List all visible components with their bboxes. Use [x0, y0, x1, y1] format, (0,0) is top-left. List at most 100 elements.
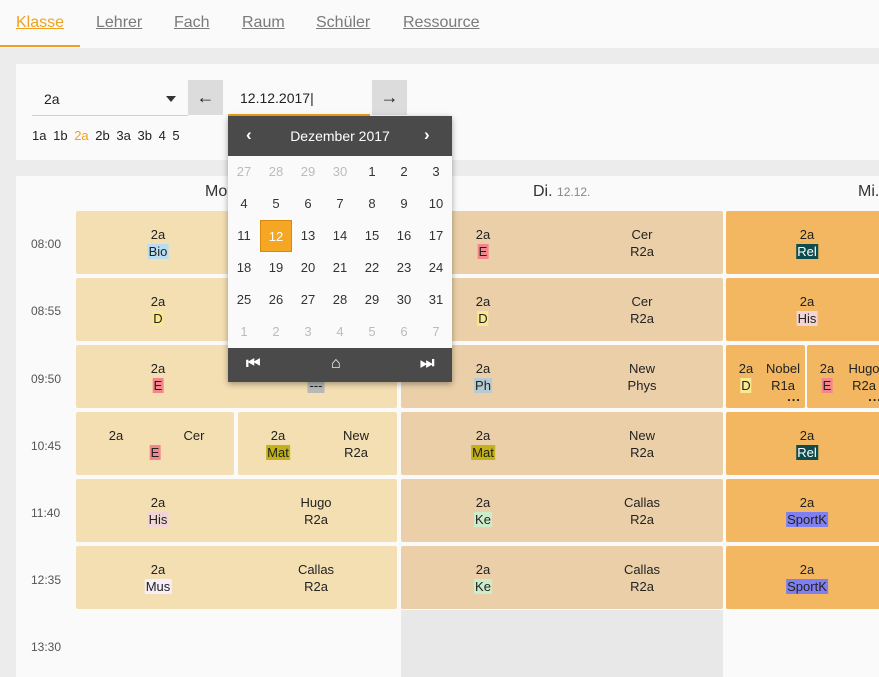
lesson-subject: SportK: [786, 512, 828, 527]
quick-class-1b[interactable]: 1b: [53, 128, 67, 143]
time-label: 08:00: [31, 237, 62, 251]
lesson-card[interactable]: 2a SportK: [726, 546, 879, 609]
date-picker-month[interactable]: Dezember 2017: [228, 128, 452, 144]
calendar-day[interactable]: 18: [228, 252, 260, 284]
lesson-class: 2a: [475, 227, 491, 242]
calendar-day[interactable]: 16: [388, 220, 420, 252]
tab-fach[interactable]: Fach: [174, 14, 210, 32]
lesson-teacher: New: [342, 428, 370, 443]
calendar-day[interactable]: 6: [292, 188, 324, 220]
quick-class-2b[interactable]: 2b: [95, 128, 109, 143]
quick-class-5[interactable]: 5: [172, 128, 179, 143]
next-date-button[interactable]: →: [372, 80, 407, 115]
lesson-card[interactable]: 2a Ke Callas R2a: [401, 479, 723, 542]
lesson-room: Phys: [627, 378, 657, 393]
lesson-teacher: Cer: [631, 294, 653, 309]
calendar-day[interactable]: 21: [324, 252, 356, 284]
calendar-day[interactable]: 5: [356, 316, 388, 348]
day-header-tuesday-date: 12.12.: [557, 185, 591, 199]
tab-klasse[interactable]: Klasse: [16, 14, 64, 32]
date-input[interactable]: 12.12.2017|: [228, 80, 370, 116]
calendar-day[interactable]: 7: [420, 316, 452, 348]
lesson-card[interactable]: 2a D Nobel R1a ...: [726, 345, 805, 408]
lesson-class: 2a: [475, 428, 491, 443]
calendar-day[interactable]: 25: [228, 284, 260, 316]
lesson-card[interactable]: 2a Rel: [726, 211, 879, 274]
calendar-day[interactable]: 11: [228, 220, 260, 252]
calendar-day[interactable]: 23: [388, 252, 420, 284]
calendar-day[interactable]: 2: [260, 316, 292, 348]
lesson-card[interactable]: 2a Rel: [726, 412, 879, 475]
lesson-card[interactable]: 2a His Hugo R2a: [76, 479, 397, 542]
calendar-day[interactable]: 26: [260, 284, 292, 316]
calendar-day[interactable]: 24: [420, 252, 452, 284]
calendar-day[interactable]: 4: [228, 188, 260, 220]
calendar-day[interactable]: 28: [260, 156, 292, 188]
calendar-day[interactable]: 22: [356, 252, 388, 284]
calendar-day[interactable]: 15: [356, 220, 388, 252]
calendar-day[interactable]: 31: [420, 284, 452, 316]
lesson-teacher: Cer: [183, 428, 205, 443]
lesson-card[interactable]: 2a Ke Callas R2a: [401, 546, 723, 609]
quick-class-4[interactable]: 4: [159, 128, 166, 143]
lesson-card[interactable]: 2a SportK: [726, 479, 879, 542]
prev-date-button[interactable]: ←: [188, 80, 223, 115]
lesson-class: 2a: [475, 294, 491, 309]
calendar-day[interactable]: 17: [420, 220, 452, 252]
calendar-day[interactable]: 4: [324, 316, 356, 348]
quick-class-3b[interactable]: 3b: [137, 128, 151, 143]
calendar-day[interactable]: 6: [388, 316, 420, 348]
date-picker-header: ‹ Dezember 2017 ›: [228, 116, 452, 156]
calendar-day[interactable]: 7: [324, 188, 356, 220]
time-label: 13:30: [31, 640, 62, 654]
calendar-day[interactable]: 3: [292, 316, 324, 348]
calendar-day[interactable]: 20: [292, 252, 324, 284]
lesson-card[interactable]: 2a Mus Callas R2a: [76, 546, 397, 609]
time-label: 08:55: [31, 304, 62, 318]
lesson-card[interactable]: 2a His: [726, 278, 879, 341]
chevron-right-icon[interactable]: ›: [424, 125, 430, 145]
tab-schueler[interactable]: Schüler: [316, 14, 370, 32]
calendar-day[interactable]: 1: [356, 156, 388, 188]
calendar-day[interactable]: 10: [420, 188, 452, 220]
calendar-day[interactable]: 19: [260, 252, 292, 284]
quick-class-3a[interactable]: 3a: [116, 128, 130, 143]
calendar-day[interactable]: 29: [292, 156, 324, 188]
calendar-day[interactable]: 30: [324, 156, 356, 188]
tab-lehrer[interactable]: Lehrer: [96, 14, 142, 32]
calendar-day[interactable]: 29: [356, 284, 388, 316]
home-icon[interactable]: ⌂: [331, 355, 341, 373]
calendar-day[interactable]: 27: [228, 156, 260, 188]
lesson-room: R2a: [630, 244, 654, 259]
lesson-card[interactable]: 2a Mat New R2a: [401, 412, 723, 475]
calendar-day[interactable]: 5: [260, 188, 292, 220]
lesson-card[interactable]: 2a E Cer: [76, 412, 234, 475]
calendar-day[interactable]: 28: [324, 284, 356, 316]
tab-raum[interactable]: Raum: [242, 14, 285, 32]
lesson-class: 2a: [799, 294, 815, 309]
calendar-day[interactable]: 12: [260, 220, 292, 252]
day-header-tuesday: Di. 12.12.: [533, 183, 590, 201]
calendar-day[interactable]: 3: [420, 156, 452, 188]
lesson-teacher: New: [628, 361, 656, 376]
quick-class-1a[interactable]: 1a: [32, 128, 46, 143]
calendar-day[interactable]: 8: [356, 188, 388, 220]
calendar-day[interactable]: 14: [324, 220, 356, 252]
day-header-wednesday: Mi.: [858, 183, 879, 201]
skip-last-icon[interactable]: ⏭: [420, 355, 434, 373]
lesson-card[interactable]: 2a Mat New R2a: [238, 412, 397, 475]
calendar-day[interactable]: 13: [292, 220, 324, 252]
class-select-value: 2a: [44, 91, 60, 107]
skip-first-icon[interactable]: ⏮: [246, 355, 260, 373]
lesson-card[interactable]: 2a E Hugo R2a ...: [807, 345, 879, 408]
calendar-day[interactable]: 27: [292, 284, 324, 316]
calendar-day[interactable]: 1: [228, 316, 260, 348]
calendar-day[interactable]: 30: [388, 284, 420, 316]
lesson-class: 2a: [475, 361, 491, 376]
calendar-day[interactable]: 9: [388, 188, 420, 220]
calendar-day[interactable]: 2: [388, 156, 420, 188]
tab-ressource[interactable]: Ressource: [403, 14, 479, 32]
class-select[interactable]: 2a: [32, 82, 188, 116]
lesson-class: 2a: [150, 495, 166, 510]
quick-class-2a[interactable]: 2a: [74, 128, 88, 143]
